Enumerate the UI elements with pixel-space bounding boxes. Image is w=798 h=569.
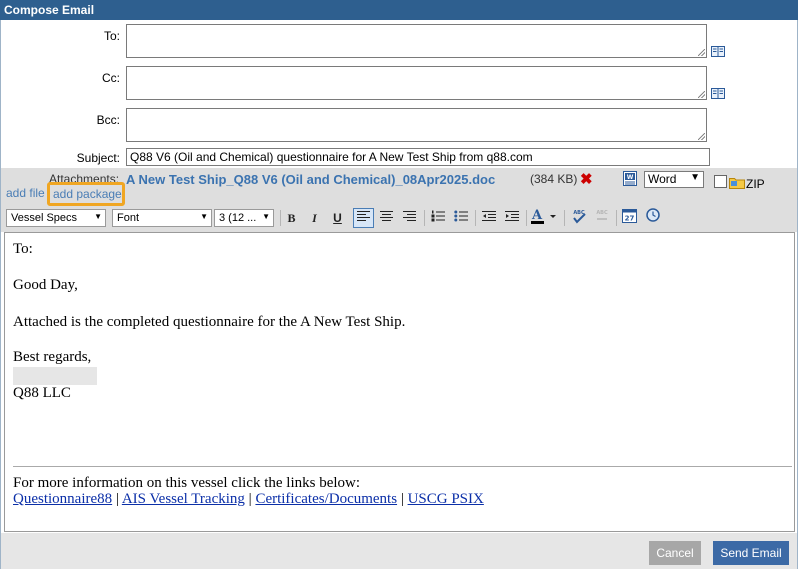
size-select[interactable]: 3 (12 ... ▼: [214, 209, 274, 227]
editor-toolbar: Vessel Specs ▼ Font ▼ 3 (12 ... ▼ B I U …: [4, 206, 794, 230]
toolbar-divider: [564, 210, 565, 226]
body-to-line: To:: [13, 241, 33, 257]
calendar-icon: 27: [622, 209, 637, 223]
word-document-icon: W: [623, 171, 637, 186]
chevron-down-icon: ▼: [690, 172, 700, 183]
body-greeting: Good Day,: [13, 277, 78, 293]
insert-date-button[interactable]: 27: [619, 208, 640, 228]
send-email-button[interactable]: Send Email: [713, 541, 789, 565]
align-right-button[interactable]: [399, 208, 420, 228]
body-paragraph: Attached is the completed questionnaire …: [13, 314, 406, 330]
spell-check-button[interactable]: ABC: [568, 208, 589, 228]
bullet-list-button[interactable]: [450, 208, 471, 228]
toolbar-divider: [424, 210, 425, 226]
toolbar-divider: [616, 210, 617, 226]
template-select-value: Vessel Specs: [11, 212, 78, 224]
format-select[interactable]: Word ▼: [644, 171, 704, 188]
outdent-button[interactable]: [478, 208, 499, 228]
font-select-value: Font: [117, 212, 140, 224]
uscg-psix-link[interactable]: USCG PSIX: [408, 491, 484, 507]
chevron-down-icon: ▼: [94, 212, 102, 221]
redacted-name: [13, 367, 97, 385]
zip-label: ZIP: [746, 177, 765, 191]
template-select[interactable]: Vessel Specs ▼: [6, 209, 106, 227]
certificates-documents-link[interactable]: Certificates/Documents: [255, 491, 397, 507]
link-separator: |: [248, 491, 252, 507]
align-left-button[interactable]: [353, 208, 374, 228]
body-closing: Best regards,: [13, 349, 92, 365]
to-field[interactable]: [126, 24, 707, 58]
insert-time-button[interactable]: [642, 208, 663, 228]
svg-text:A: A: [531, 208, 543, 223]
zip-checkbox[interactable]: [714, 175, 727, 188]
spell-check-icon: ABC: [572, 210, 586, 224]
align-center-icon: [380, 211, 393, 221]
clock-icon: [645, 208, 660, 222]
body-divider: [13, 466, 792, 467]
body-info-line: For more information on this vessel clic…: [13, 475, 361, 491]
questionnaire88-link[interactable]: Questionnaire88: [13, 491, 112, 507]
outdent-icon: [481, 211, 496, 221]
ais-vessel-tracking-link[interactable]: AIS Vessel Tracking: [122, 491, 245, 507]
body-links: Questionnaire88 | AIS Vessel Tracking | …: [13, 491, 484, 508]
svg-text:ABC: ABC: [596, 210, 608, 216]
cancel-button[interactable]: Cancel: [649, 541, 701, 565]
link-separator: |: [115, 491, 119, 507]
remove-attachment-icon[interactable]: ✖: [580, 170, 593, 188]
add-package-link[interactable]: add package: [47, 182, 125, 206]
add-file-link[interactable]: add file: [6, 186, 45, 200]
email-body-editor[interactable]: To: Good Day, Attached is the completed …: [4, 232, 795, 532]
align-right-icon: [403, 211, 416, 221]
link-separator: |: [400, 491, 404, 507]
indent-icon: [504, 211, 519, 221]
attachment-file-link[interactable]: A New Test Ship_Q88 V6 (Oil and Chemical…: [126, 172, 495, 187]
numbered-list-icon: [431, 210, 445, 222]
address-book-icon[interactable]: [711, 46, 725, 57]
align-center-button[interactable]: [376, 208, 397, 228]
chevron-down-icon: ▼: [200, 212, 208, 221]
to-label: To:: [103, 29, 120, 43]
underline-button[interactable]: U: [327, 208, 348, 228]
spell-check-off-icon: ABC: [596, 210, 608, 220]
subject-input[interactable]: Q88 V6 (Oil and Chemical) questionnaire …: [126, 148, 710, 166]
align-left-icon: [357, 211, 370, 221]
bcc-field[interactable]: [126, 108, 707, 142]
chevron-down-icon: ▼: [262, 212, 270, 221]
toolbar-divider: [475, 210, 476, 226]
body-company: Q88 LLC: [13, 385, 71, 401]
font-select[interactable]: Font ▼: [112, 209, 212, 227]
subject-label: Subject:: [76, 151, 120, 165]
toolbar-divider: [526, 210, 527, 226]
numbered-list-button[interactable]: [427, 208, 448, 228]
cc-field[interactable]: [126, 66, 707, 100]
cc-label: Cc:: [102, 71, 120, 85]
bullet-list-icon: [453, 210, 468, 222]
attachment-size: (384 KB): [530, 172, 578, 186]
font-color-icon: A: [531, 208, 556, 224]
bold-button[interactable]: B: [281, 208, 302, 228]
font-color-button[interactable]: A: [529, 208, 559, 228]
bcc-label: Bcc:: [96, 113, 120, 127]
window-title: Compose Email: [0, 0, 798, 20]
format-select-value: Word: [648, 172, 677, 186]
size-select-value: 3 (12 ...: [219, 212, 257, 224]
svg-text:W: W: [627, 174, 634, 181]
italic-button[interactable]: I: [304, 208, 325, 228]
indent-button[interactable]: [501, 208, 522, 228]
address-book-icon[interactable]: [711, 88, 725, 99]
spell-check-disabled-button[interactable]: ABC: [591, 208, 612, 228]
svg-text:27: 27: [625, 215, 635, 223]
folder-icon: [729, 178, 745, 189]
